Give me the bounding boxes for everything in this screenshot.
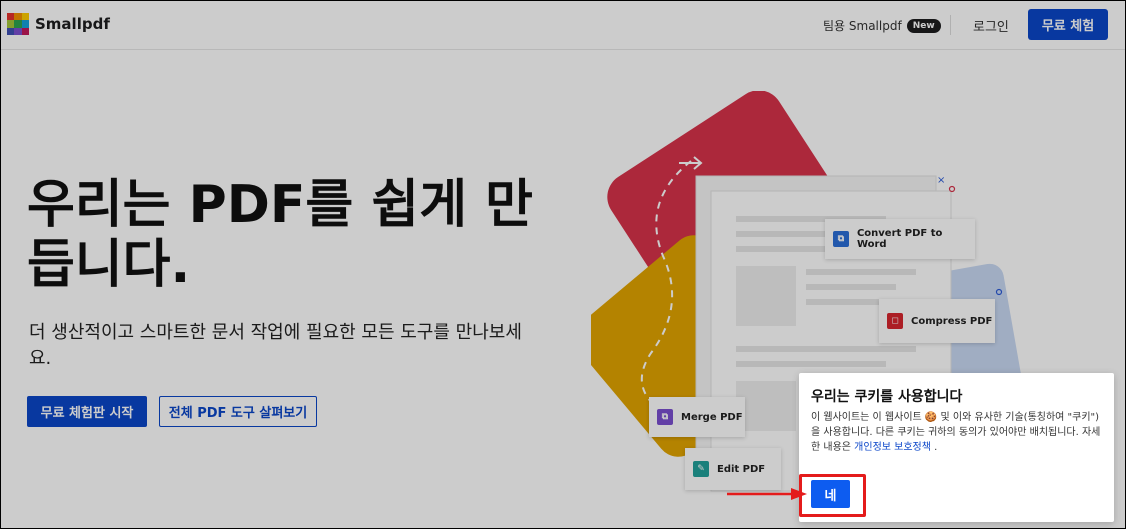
privacy-policy-link[interactable]: 개인정보 보호정책	[854, 442, 931, 453]
annotation-highlight-box	[799, 474, 866, 517]
annotation-arrow-icon	[727, 488, 807, 500]
cookie-description: 이 웹사이트는 이 웹사이트 🍪 및 이와 유사한 기술(통칭하여 "쿠키")을…	[811, 410, 1107, 455]
browser-viewport: Smallpdf 팀용 Smallpdf New 로그인 무료 체험 우리는 P…	[0, 0, 1126, 529]
cookie-title: 우리는 쿠키를 사용합니다	[811, 389, 963, 405]
cookie-text-part2: .	[930, 442, 938, 453]
